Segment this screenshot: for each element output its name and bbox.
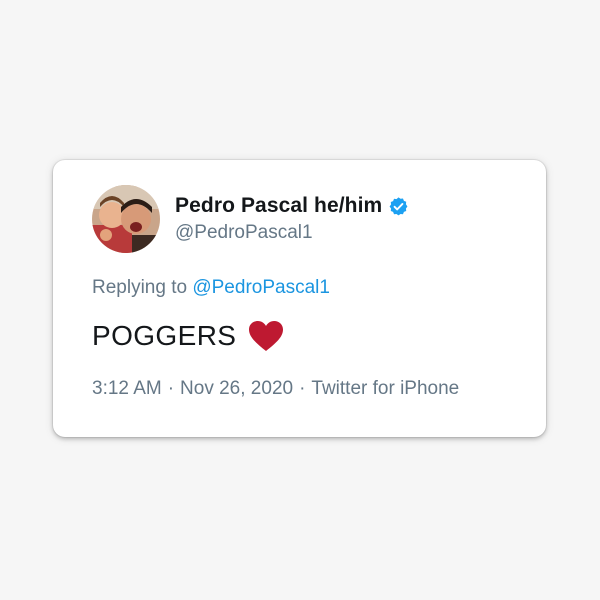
avatar-photo xyxy=(92,185,160,253)
tweet-body: POGGERS xyxy=(92,320,237,351)
user-handle[interactable]: @PedroPascal1 xyxy=(175,222,313,244)
tweet-meta: 3:12 AM · Nov 26, 2020 · Twitter for iPhone xyxy=(92,378,459,400)
meta-separator: · xyxy=(299,378,306,399)
tweet-text: POGGERS xyxy=(92,318,284,354)
meta-separator: · xyxy=(167,378,175,399)
display-name[interactable]: Pedro Pascal he/him xyxy=(175,194,382,218)
tweet-source[interactable]: Twitter for iPhone xyxy=(311,378,459,399)
replying-prefix: Replying to xyxy=(92,277,188,298)
tweet-date[interactable]: Nov 26, 2020 xyxy=(180,378,293,399)
replying-to-line: Replying to @PedroPascal1 xyxy=(92,277,330,299)
sticker-canvas: Pedro Pascal he/him @PedroPascal1 Replyi… xyxy=(0,0,600,600)
tweet-time[interactable]: 3:12 AM xyxy=(92,378,162,399)
display-name-row: Pedro Pascal he/him xyxy=(175,193,409,219)
avatar[interactable] xyxy=(92,185,160,253)
verified-badge-icon xyxy=(388,196,409,217)
reply-mention-link[interactable]: @PedroPascal1 xyxy=(192,277,330,298)
heart-icon xyxy=(248,320,284,352)
